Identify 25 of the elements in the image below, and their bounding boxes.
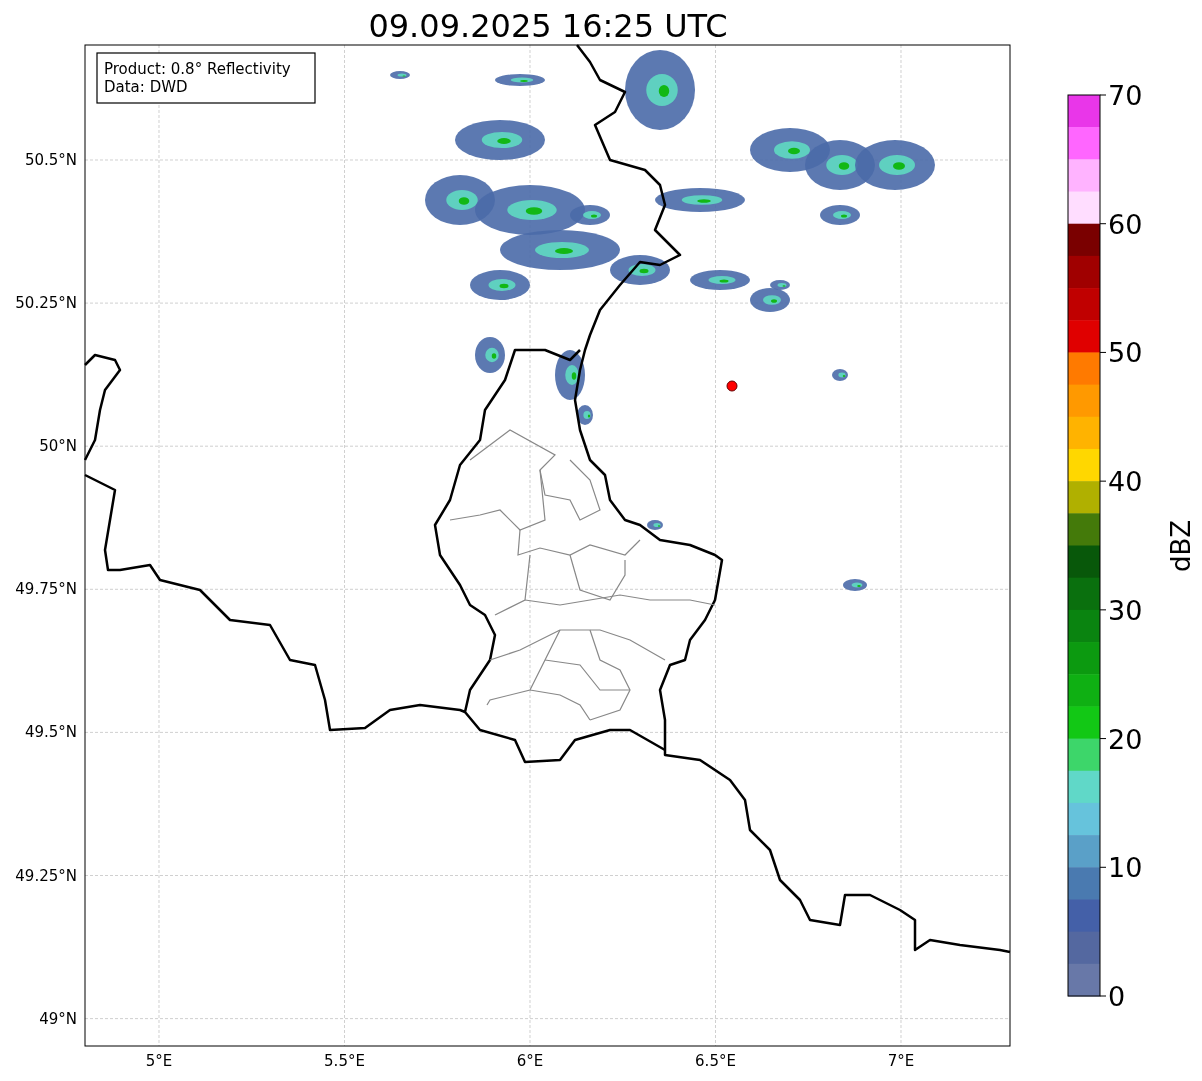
legend-text: Product: 0.8° Reflectivity bbox=[104, 60, 291, 78]
latitude-label: 49°N bbox=[39, 1009, 77, 1028]
latitude-label: 50.25°N bbox=[15, 294, 77, 313]
latitude-label: 50.5°N bbox=[24, 151, 77, 169]
latitude-label: 50°N bbox=[39, 437, 77, 456]
colorbar-tick-label: 50 bbox=[1108, 337, 1143, 369]
longitude-label: 6°E bbox=[516, 1052, 544, 1070]
longitude-label: 6.5°E bbox=[695, 1052, 736, 1070]
chart-title: 09.09.2025 16:25 UTC bbox=[368, 7, 728, 45]
colorbar-tick-label: 10 bbox=[1108, 852, 1143, 884]
longitude-label: 7°E bbox=[887, 1052, 915, 1070]
latitude-label: 49.25°N bbox=[15, 866, 77, 885]
colorbar-label: dBZ bbox=[1166, 519, 1196, 573]
colorbar-tick-label: 70 bbox=[1108, 80, 1143, 111]
colorbar-tick-label: 20 bbox=[1108, 723, 1143, 755]
colorbar-tick-label: 30 bbox=[1108, 594, 1143, 626]
colorbar-tick-label: 60 bbox=[1108, 208, 1143, 240]
colorbar-tick-label: 0 bbox=[1108, 981, 1126, 1012]
legend-text: Data: DWD bbox=[104, 78, 188, 96]
latitude-label: 49.5°N bbox=[24, 723, 77, 742]
longitude-label: 5°E bbox=[145, 1052, 173, 1070]
colorbar-tick-label: 40 bbox=[1108, 466, 1143, 498]
latitude-label: 49.75°N bbox=[15, 580, 77, 599]
location-marker bbox=[726, 380, 738, 392]
longitude-label: 5.5°E bbox=[324, 1052, 365, 1070]
